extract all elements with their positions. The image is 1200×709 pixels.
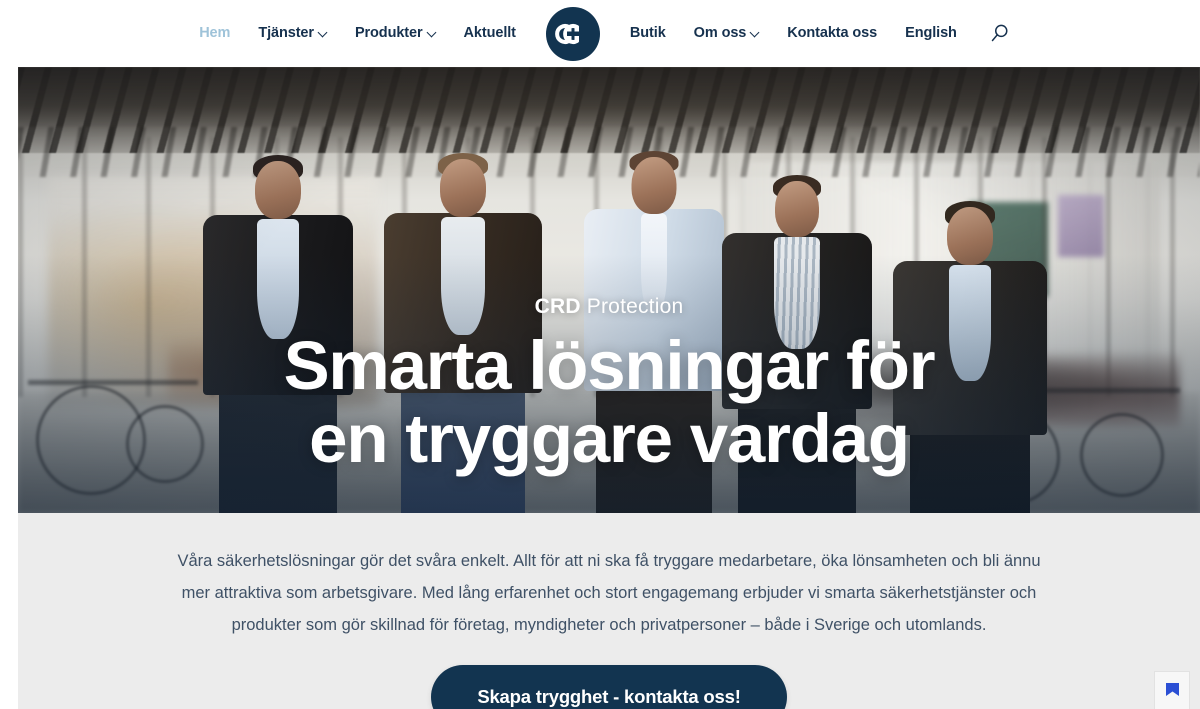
- nav-item-tjanster[interactable]: Tjänster: [244, 26, 341, 41]
- main-navigation: Hem Tjänster Produkter Aktuellt Butik Om…: [0, 0, 1200, 67]
- nav-item-hem[interactable]: Hem: [185, 26, 244, 41]
- intro-inner: Våra säkerhetslösningar gör det svåra en…: [169, 513, 1049, 709]
- hero-title-line-2: en tryggare vardag: [309, 400, 910, 478]
- page-root: Hem Tjänster Produkter Aktuellt Butik Om…: [0, 0, 1200, 709]
- chevron-down-icon: [751, 29, 759, 37]
- intro-section: Våra säkerhetslösningar gör det svåra en…: [18, 513, 1200, 709]
- hero-eyebrow: CRD Protection: [18, 295, 1200, 319]
- site-header: Hem Tjänster Produkter Aktuellt Butik Om…: [0, 0, 1200, 67]
- nav-item-aktuellt[interactable]: Aktuellt: [450, 26, 530, 41]
- chevron-down-icon: [319, 29, 327, 37]
- nav-item-butik[interactable]: Butik: [616, 26, 680, 41]
- hero-title-line-1: Smarta lösningar för: [283, 327, 936, 404]
- intro-paragraph: Våra säkerhetslösningar gör det svåra en…: [177, 552, 1041, 634]
- bookmark-widget[interactable]: [1154, 671, 1190, 709]
- nav-item-label: English: [905, 25, 957, 42]
- site-logo[interactable]: [544, 5, 602, 63]
- bookmark-icon: [1165, 683, 1179, 696]
- nav-item-english[interactable]: English: [891, 26, 971, 41]
- cta-wrapper: Skapa trygghet - kontakta oss!: [169, 665, 1049, 709]
- nav-item-label: Produkter: [354, 25, 423, 42]
- nav-item-produkter[interactable]: Produkter: [341, 26, 450, 41]
- nav-item-label: Aktuellt: [463, 25, 516, 42]
- hero-eyebrow-suffix: Protection: [580, 295, 684, 318]
- hero-banner: CRD Protection Smarta lösningar för en t…: [18, 67, 1200, 513]
- logo-circle: [545, 6, 600, 61]
- nav-item-kontakta-oss[interactable]: Kontakta oss: [773, 26, 891, 41]
- nav-item-label: Butik: [629, 25, 666, 42]
- nav-item-label: Tjänster: [258, 25, 314, 42]
- search-icon[interactable]: [985, 19, 1015, 49]
- nav-item-om-oss[interactable]: Om oss: [680, 26, 774, 41]
- nav-item-label: Om oss: [693, 25, 747, 42]
- search-glyph: [992, 24, 1008, 42]
- nav-item-label: Kontakta oss: [787, 25, 878, 42]
- chevron-down-icon: [428, 29, 436, 37]
- nav-item-label: Hem: [199, 25, 231, 42]
- hero-title: Smarta lösningar för en tryggare vardag: [18, 329, 1200, 475]
- hero-text-block: CRD Protection Smarta lösningar för en t…: [18, 295, 1200, 475]
- contact-cta-button[interactable]: Skapa trygghet - kontakta oss!: [431, 665, 787, 709]
- hero-eyebrow-brand: CRD: [534, 295, 581, 318]
- crd-logo-icon: [555, 23, 579, 44]
